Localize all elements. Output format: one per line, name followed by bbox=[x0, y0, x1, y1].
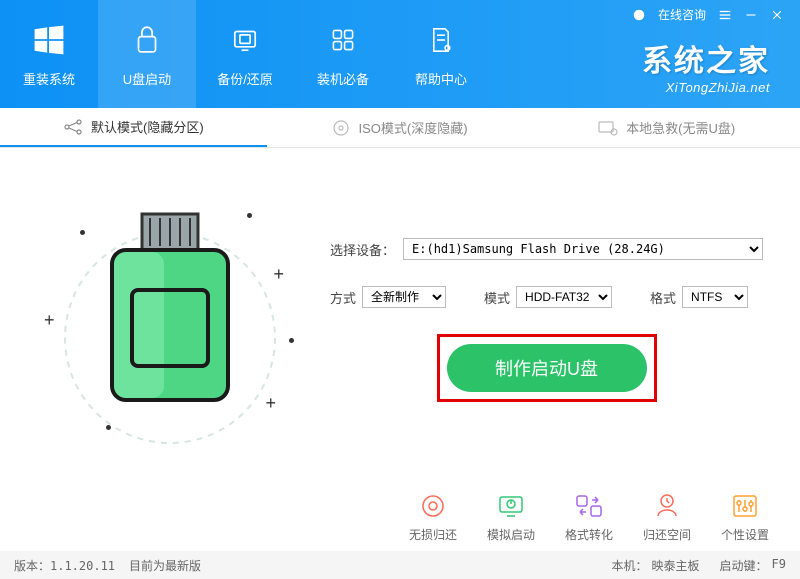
subtab-iso[interactable]: ISO模式(深度隐藏) bbox=[267, 108, 534, 147]
tool-label: 个性设置 bbox=[721, 526, 769, 543]
usb-share-icon bbox=[63, 119, 83, 135]
nav-label: 重装系统 bbox=[23, 69, 75, 88]
version-text: 版本：1.1.20.11 bbox=[14, 557, 115, 574]
tool-format-convert[interactable]: 格式转化 bbox=[560, 492, 618, 543]
usb-lock-icon bbox=[128, 21, 166, 59]
nav-usb-boot[interactable]: U盘启动 bbox=[98, 0, 196, 108]
nav-essentials[interactable]: 装机必备 bbox=[294, 0, 392, 108]
power-monitor-icon bbox=[496, 492, 526, 520]
tool-label: 模拟启动 bbox=[487, 526, 535, 543]
mode-label: 模式 bbox=[484, 288, 510, 307]
create-button-label: 制作启动U盘 bbox=[495, 355, 598, 381]
titlebar: 在线咨询 bbox=[632, 6, 784, 23]
method-label: 方式 bbox=[330, 288, 356, 307]
tool-label: 无损归还 bbox=[409, 526, 457, 543]
device-select[interactable]: E:(hd1)Samsung Flash Drive (28.24G) bbox=[403, 238, 763, 260]
tools-row: 无损归还 模拟启动 格式转化 归还空间 个性设置 bbox=[404, 492, 774, 543]
close-icon[interactable] bbox=[770, 8, 784, 22]
restore-icon bbox=[418, 492, 448, 520]
bootkey-label: 启动键： bbox=[720, 557, 768, 574]
tool-label: 归还空间 bbox=[643, 526, 691, 543]
nav-backup[interactable]: 备份/还原 bbox=[196, 0, 294, 108]
format-select[interactable]: NTFS bbox=[682, 286, 748, 308]
nav-label: 备份/还原 bbox=[217, 69, 273, 88]
app-header: 重装系统 U盘启动 备份/还原 装机必备 帮助中心 在线咨询 bbox=[0, 0, 800, 108]
nav-reinstall[interactable]: 重装系统 bbox=[0, 0, 98, 108]
create-button-highlight: 制作启动U盘 bbox=[437, 334, 657, 402]
host-value: 映泰主板 bbox=[652, 557, 700, 574]
device-row: 选择设备： E:(hd1)Samsung Flash Drive (28.24G… bbox=[330, 238, 763, 260]
tool-return-space[interactable]: 归还空间 bbox=[638, 492, 696, 543]
form-area: 选择设备： E:(hd1)Samsung Flash Drive (28.24G… bbox=[300, 178, 763, 543]
host-label: 本机： bbox=[612, 557, 648, 574]
penguin-icon[interactable] bbox=[632, 8, 646, 22]
create-usb-button[interactable]: 制作启动U盘 bbox=[447, 344, 647, 392]
brand-url: XiTongZhiJia.net bbox=[642, 80, 770, 95]
main-content: + + + 选择设备： E:(hd1)Samsung Flash Drive (… bbox=[0, 148, 800, 543]
mode-select[interactable]: HDD-FAT32 bbox=[516, 286, 612, 308]
brand-title: 系统之家 bbox=[642, 36, 770, 80]
tool-lossless-restore[interactable]: 无损归还 bbox=[404, 492, 462, 543]
bootkey-value: F9 bbox=[772, 557, 786, 574]
subtab-local[interactable]: 本地急救(无需U盘) bbox=[533, 108, 800, 147]
nav-help[interactable]: 帮助中心 bbox=[392, 0, 490, 108]
nav-label: 帮助中心 bbox=[415, 69, 467, 88]
status-bar: 版本：1.1.20.11 目前为最新版 本机： 映泰主板 启动键： F9 bbox=[0, 551, 800, 579]
nav-label: U盘启动 bbox=[123, 69, 171, 88]
tool-simulate-boot[interactable]: 模拟启动 bbox=[482, 492, 540, 543]
menu-icon[interactable] bbox=[718, 8, 732, 22]
tool-customize[interactable]: 个性设置 bbox=[716, 492, 774, 543]
grid-icon bbox=[324, 21, 362, 59]
monitor-pin-icon bbox=[598, 120, 618, 136]
disc-icon bbox=[332, 119, 350, 137]
minimize-icon[interactable] bbox=[744, 8, 758, 22]
device-label: 选择设备： bbox=[330, 240, 395, 259]
mode-subtabs: 默认模式(隐藏分区) ISO模式(深度隐藏) 本地急救(无需U盘) bbox=[0, 108, 800, 148]
format-label: 格式 bbox=[650, 288, 676, 307]
subtab-label: 本地急救(无需U盘) bbox=[626, 118, 735, 137]
tool-label: 格式转化 bbox=[565, 526, 613, 543]
help-doc-icon bbox=[422, 21, 460, 59]
convert-icon bbox=[574, 492, 604, 520]
subtab-label: ISO模式(深度隐藏) bbox=[358, 118, 467, 137]
subtab-label: 默认模式(隐藏分区) bbox=[91, 117, 204, 136]
nav-label: 装机必备 bbox=[317, 69, 369, 88]
options-row: 方式 全新制作 模式 HDD-FAT32 格式 NTFS bbox=[330, 286, 763, 308]
online-consult-link[interactable]: 在线咨询 bbox=[658, 6, 706, 23]
settings-sliders-icon bbox=[730, 492, 760, 520]
subtab-default[interactable]: 默认模式(隐藏分区) bbox=[0, 108, 267, 147]
backup-icon bbox=[226, 21, 264, 59]
method-select[interactable]: 全新制作 bbox=[362, 286, 446, 308]
return-space-icon bbox=[652, 492, 682, 520]
version-status: 目前为最新版 bbox=[129, 557, 201, 574]
brand-logo: 系统之家 XiTongZhiJia.net bbox=[642, 36, 770, 95]
usb-illustration: + + + bbox=[40, 178, 300, 458]
windows-icon bbox=[30, 21, 68, 59]
